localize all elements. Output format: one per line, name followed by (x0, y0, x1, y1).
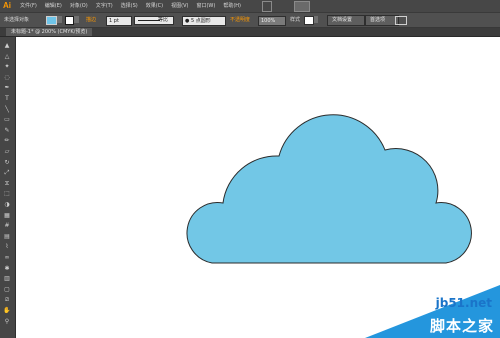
type-icon[interactable]: T (3, 96, 11, 102)
selection-status: 未选择对象 (4, 17, 30, 23)
control-bar: 未选择对象 描边 1 pt 等比 ● 5 点圆形 不透明度 100% 样式 文档… (0, 12, 500, 28)
watermark-site: jb51.net (435, 296, 492, 310)
magic-wand-icon[interactable]: ✦ (3, 64, 11, 70)
profile-label[interactable]: 等比 (158, 16, 168, 24)
style-label: 样式 (290, 17, 301, 23)
menu-bar: Ai 文件(F) 编辑(E) 对象(O) 文字(T) 选择(S) 效果(C) 视… (0, 0, 500, 12)
menu-help[interactable]: 帮助(H) (223, 0, 241, 12)
scale-icon[interactable]: ⤢ (3, 170, 11, 176)
bridge-icon[interactable] (262, 1, 272, 12)
perspective-icon[interactable]: ▦ (3, 212, 11, 219)
document-setup-button[interactable]: 文档设置 (327, 15, 365, 26)
menu-view[interactable]: 视图(V) (171, 0, 188, 12)
free-transform-icon[interactable]: ⬚ (3, 191, 11, 197)
pen-icon[interactable]: ✒ (3, 85, 11, 91)
gradient-icon[interactable]: ▤ (3, 233, 11, 240)
pencil-icon[interactable]: ✏ (3, 138, 11, 144)
line-icon[interactable]: ╲ (3, 106, 11, 113)
rotate-icon[interactable]: ↻ (3, 159, 11, 166)
fill-dropdown-icon[interactable] (57, 16, 62, 23)
arrange-documents-icon[interactable] (395, 16, 407, 25)
opacity-label[interactable]: 不透明度 (230, 16, 250, 24)
brush-definition-field[interactable]: ● 5 点圆形 (182, 16, 226, 26)
menu-items: 文件(F) 编辑(E) 对象(O) 文字(T) 选择(S) 效果(C) 视图(V… (20, 0, 241, 12)
stroke-label[interactable]: 描边 (86, 16, 96, 24)
tools-panel: ▲ △ ✦ ◌ ✒ T ╲ ▭ ✎ ✏ ▱ ↻ ⤢ ⧖ ⬚ ◑ ▦ # ▤ ⌇ ∞ ✱ ▥ ▢ ⧄ ✋ ⚲ (0, 37, 16, 338)
fill-swatch[interactable] (46, 16, 57, 25)
eyedropper-icon[interactable]: ⌇ (3, 244, 11, 250)
cloud-shape[interactable] (186, 114, 472, 264)
profile-line-icon (138, 20, 160, 21)
hand-icon[interactable]: ✋ (3, 308, 11, 314)
cloud-drawing (186, 114, 472, 264)
preferences-button[interactable]: 首选项 (365, 15, 399, 26)
menu-type[interactable]: 文字(T) (96, 0, 113, 12)
brush-dot-icon: ● (185, 18, 190, 24)
stroke-dropdown-icon[interactable] (74, 16, 79, 23)
direct-selection-icon[interactable]: △ (3, 53, 11, 60)
width-icon[interactable]: ⧖ (3, 180, 11, 187)
app-logo: Ai (3, 1, 11, 10)
paintbrush-icon[interactable]: ✎ (3, 127, 11, 134)
zoom-icon[interactable]: ⚲ (3, 318, 11, 325)
blend-icon[interactable]: ∞ (3, 255, 11, 261)
menu-edit[interactable]: 编辑(E) (45, 0, 62, 12)
slice-icon[interactable]: ⧄ (3, 297, 11, 303)
brush-label: 5 点圆形 (190, 18, 211, 24)
stroke-swatch[interactable] (65, 16, 74, 25)
opacity-field[interactable]: 100% (258, 16, 286, 26)
style-dropdown-icon[interactable] (314, 16, 318, 23)
document-tab-row: 未标题-1* @ 200% (CMYK/预览) (0, 28, 500, 37)
shape-builder-icon[interactable]: ◑ (3, 202, 11, 208)
graph-icon[interactable]: ▥ (3, 276, 11, 282)
menu-effect[interactable]: 效果(C) (146, 0, 163, 12)
style-swatch[interactable] (304, 16, 314, 25)
menu-file[interactable]: 文件(F) (20, 0, 37, 12)
workspace-switcher-icon[interactable] (294, 1, 310, 12)
menu-object[interactable]: 对象(O) (70, 0, 88, 12)
document-tab[interactable]: 未标题-1* @ 200% (CMYK/预览) (6, 28, 93, 36)
selection-icon[interactable]: ▲ (3, 43, 11, 49)
artboard-canvas[interactable] (16, 37, 500, 338)
menu-window[interactable]: 窗口(W) (196, 0, 215, 12)
symbol-sprayer-icon[interactable]: ✱ (3, 265, 11, 272)
watermark-name: 脚本之家 (429, 317, 494, 335)
artboard-icon[interactable]: ▢ (3, 286, 11, 293)
lasso-icon[interactable]: ◌ (3, 74, 11, 81)
rectangle-icon[interactable]: ▭ (3, 117, 11, 123)
menu-select[interactable]: 选择(S) (121, 0, 138, 12)
stroke-weight-field[interactable]: 1 pt (106, 16, 132, 26)
eraser-icon[interactable]: ▱ (3, 149, 11, 155)
mesh-icon[interactable]: # (3, 223, 11, 229)
